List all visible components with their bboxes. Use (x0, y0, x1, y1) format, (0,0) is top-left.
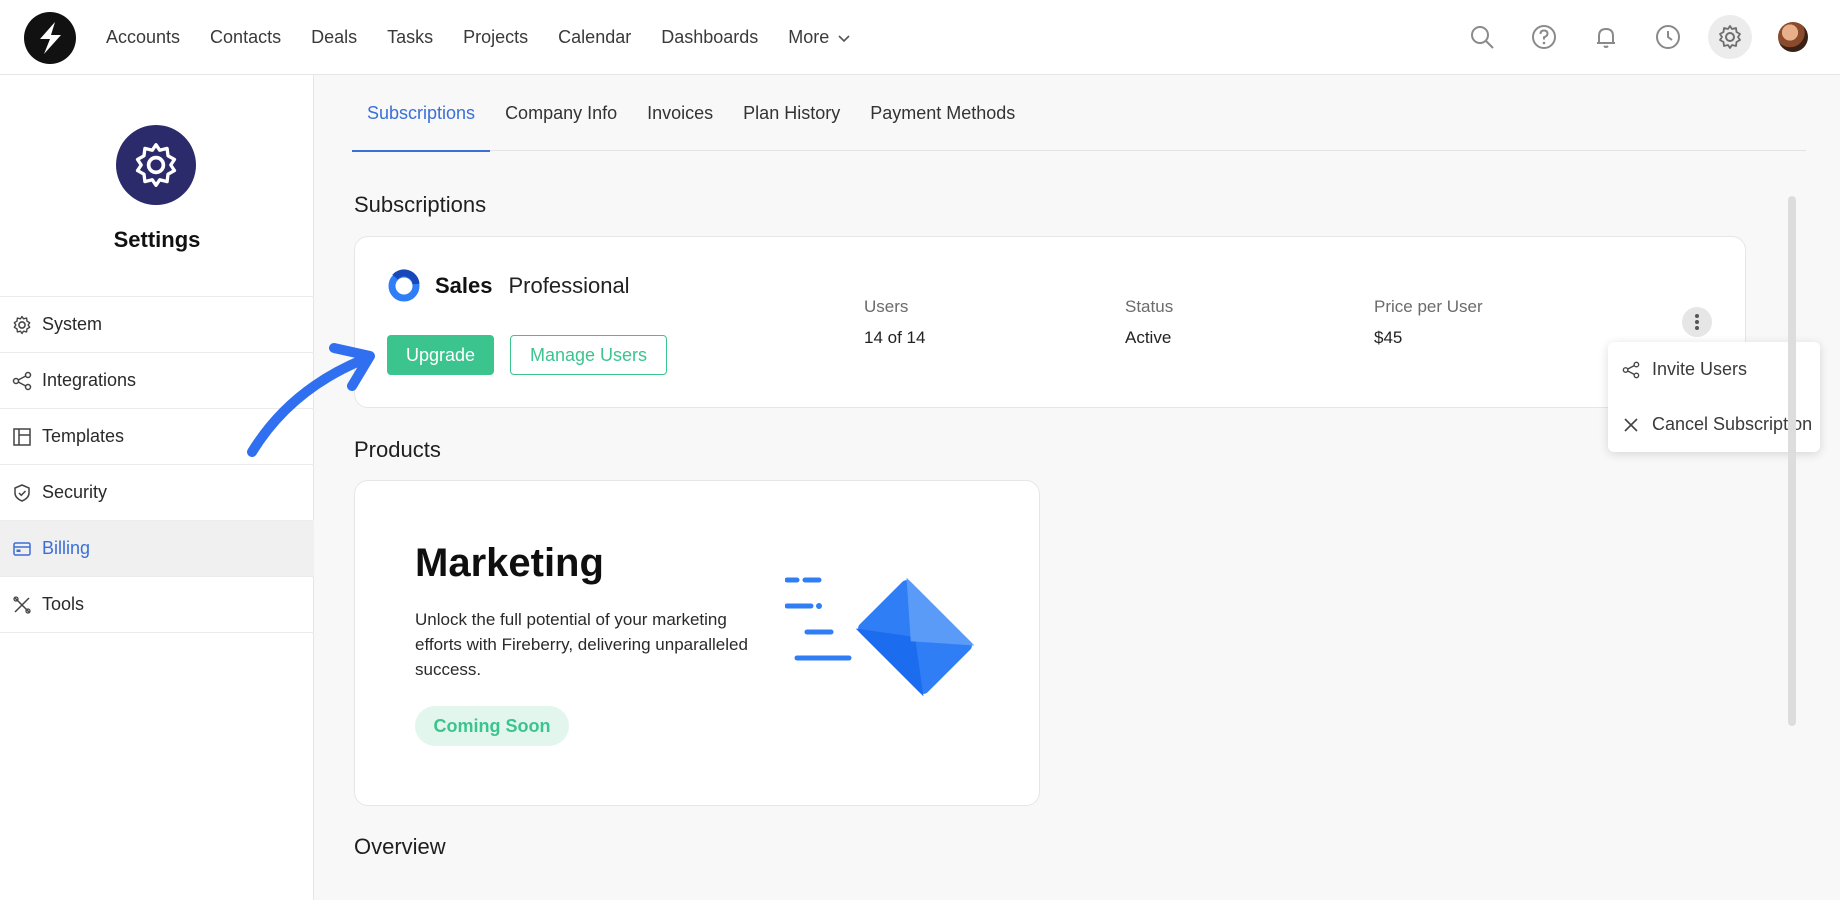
plan-name: Sales (435, 273, 493, 298)
scrollbar[interactable] (1788, 196, 1796, 726)
nav-more-label: More (788, 27, 830, 47)
settings-sidebar: Settings System Integrations Templates S… (0, 75, 314, 900)
overview-heading: Overview (354, 834, 446, 859)
app-logo[interactable] (24, 12, 76, 64)
sidebar-item-tools[interactable]: Tools (0, 577, 314, 633)
sidebar-item-label: Billing (42, 538, 91, 558)
nav-projects[interactable]: Projects (463, 27, 528, 48)
gear-icon (13, 315, 31, 334)
tab-payment-methods[interactable]: Payment Methods (855, 75, 1030, 151)
users-stat: Users 14 of 14 (864, 297, 925, 348)
avatar[interactable] (1778, 22, 1808, 52)
sidebar-item-label: Security (42, 482, 108, 502)
marketing-product-card: Marketing Unlock the full potential of y… (354, 480, 1040, 806)
share-icon (1622, 361, 1640, 378)
layout-icon (13, 427, 31, 446)
settings-badge (116, 125, 196, 205)
tab-company-info[interactable]: Company Info (490, 75, 632, 151)
users-value: 14 of 14 (864, 328, 926, 347)
coming-soon-badge: Coming Soon (415, 706, 569, 746)
manage-users-button[interactable]: Manage Users (510, 335, 667, 375)
product-title: Marketing (415, 541, 604, 585)
main-nav: Accounts Contacts Deals Tasks Projects C… (106, 0, 851, 75)
users-label: Users (864, 297, 909, 316)
sidebar-item-label: System (42, 314, 103, 334)
nav-more[interactable]: More (788, 27, 851, 48)
status-value: Active (1125, 328, 1172, 347)
tab-invoices[interactable]: Invoices (632, 75, 728, 151)
clock-icon (1656, 25, 1680, 49)
subscriptions-heading: Subscriptions (354, 192, 487, 217)
tab-subscriptions[interactable]: Subscriptions (352, 75, 491, 152)
sidebar-item-billing[interactable]: Billing (0, 521, 314, 577)
chevron-down-icon (838, 34, 850, 42)
help-button[interactable] (1522, 15, 1566, 59)
share-icon (12, 371, 32, 390)
gear-icon (1719, 25, 1741, 49)
history-button[interactable] (1646, 15, 1690, 59)
card-icon (13, 541, 31, 556)
sidebar-item-label: Integrations (42, 370, 137, 390)
plan-tier: Professional (508, 273, 630, 298)
nav-deals[interactable]: Deals (311, 27, 357, 48)
tab-plan-history[interactable]: Plan History (728, 75, 855, 151)
shield-icon (14, 483, 30, 502)
sales-product-icon (388, 269, 420, 302)
nav-tasks[interactable]: Tasks (387, 27, 433, 48)
invite-users-label: Invite Users (1652, 359, 1748, 379)
sidebar-item-label: Tools (42, 594, 85, 614)
product-description: Unlock the full potential of your market… (415, 610, 748, 679)
gear-icon (135, 143, 177, 187)
nav-dashboards[interactable]: Dashboards (661, 27, 758, 48)
help-icon (1532, 25, 1556, 49)
nav-accounts[interactable]: Accounts (106, 27, 180, 48)
top-bar: Accounts Contacts Deals Tasks Projects C… (0, 0, 1840, 75)
tools-icon (13, 595, 31, 614)
price-label: Price per User (1374, 297, 1483, 316)
bell-icon (1597, 27, 1615, 48)
annotation-arrow-icon (247, 343, 375, 457)
kebab-menu-icon (1695, 314, 1699, 330)
status-stat: Status Active (1125, 297, 1173, 348)
subscription-card: Sales Professional Upgrade Manage Users … (354, 236, 1746, 408)
sidebar-item-security[interactable]: Security (0, 465, 314, 521)
billing-tabs: Subscriptions Company Info Invoices Plan… (352, 75, 1806, 152)
search-button[interactable] (1460, 15, 1504, 59)
search-icon (1471, 26, 1494, 49)
envelope-illustration-icon (785, 577, 975, 697)
settings-button[interactable] (1708, 15, 1752, 59)
price-value: $45 (1374, 328, 1403, 347)
nav-contacts[interactable]: Contacts (210, 27, 281, 48)
sidebar-item-label: Templates (42, 426, 125, 446)
close-icon (1624, 417, 1638, 432)
sidebar-title: Settings (113, 227, 201, 252)
plan-header: Sales Professional (387, 269, 630, 303)
nav-calendar[interactable]: Calendar (558, 27, 631, 48)
more-options-button[interactable] (1682, 307, 1712, 337)
price-stat: Price per User $45 (1374, 297, 1483, 348)
fireberry-logo-icon (40, 22, 61, 54)
notifications-button[interactable] (1584, 15, 1628, 59)
status-label: Status (1125, 297, 1174, 316)
upgrade-button[interactable]: Upgrade (387, 335, 494, 375)
